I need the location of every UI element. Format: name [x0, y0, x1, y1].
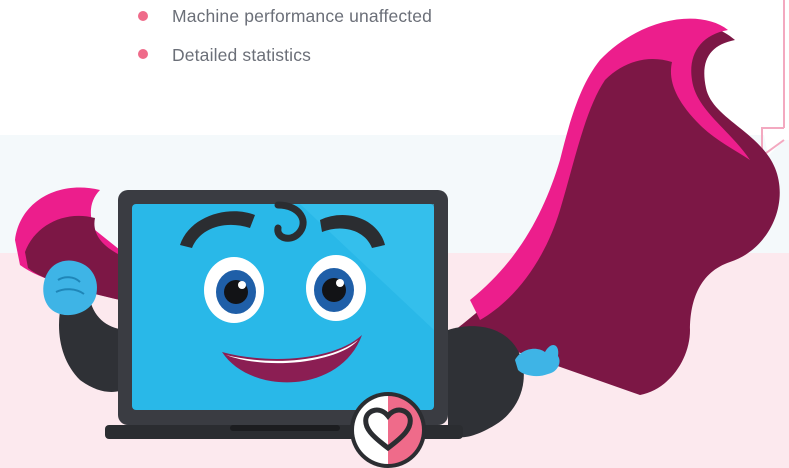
feature-label: Machine performance unaffected: [172, 6, 433, 26]
page: Machine performance unaffected Detailed …: [0, 0, 789, 468]
bullet-icon: [138, 49, 148, 59]
feature-list: Machine performance unaffected Detailed …: [138, 0, 432, 77]
feature-item: Detailed statistics: [138, 33, 432, 77]
feature-label: Detailed statistics: [172, 44, 312, 65]
feature-item: Machine performance unaffected: [138, 0, 432, 33]
bullet-icon: [138, 11, 148, 21]
badge: [350, 392, 426, 468]
speech-bubble: [746, 0, 789, 158]
